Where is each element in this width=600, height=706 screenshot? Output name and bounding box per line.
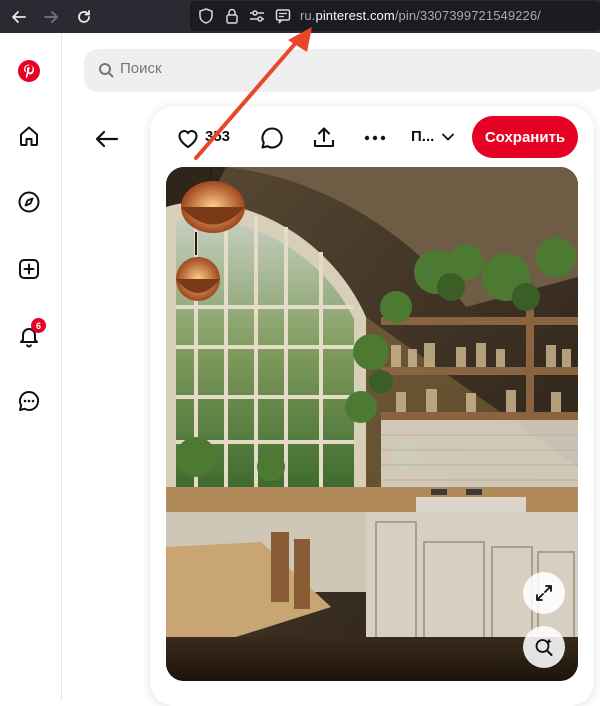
comment-button[interactable] bbox=[258, 124, 286, 152]
save-button[interactable]: Сохранить bbox=[472, 116, 578, 158]
browser-toolbar: ru.pinterest.com/pin/3307399721549226/ bbox=[0, 0, 600, 33]
heart-icon bbox=[178, 130, 198, 149]
more-dots-icon bbox=[364, 135, 386, 141]
visual-search-button[interactable] bbox=[523, 626, 565, 668]
share-upload-icon bbox=[313, 127, 335, 148]
reader-view-icon[interactable] bbox=[274, 7, 292, 25]
messages-icon[interactable] bbox=[14, 386, 44, 416]
arrow-left-icon bbox=[95, 130, 119, 148]
back-arrow-icon[interactable] bbox=[8, 6, 30, 28]
search-bar[interactable] bbox=[84, 49, 600, 92]
explore-compass-icon[interactable] bbox=[14, 187, 44, 217]
forward-arrow-icon[interactable] bbox=[40, 6, 62, 28]
expand-arrows-icon bbox=[536, 585, 552, 601]
chevron-down-icon[interactable] bbox=[441, 130, 455, 144]
like-count: 353 bbox=[205, 128, 231, 145]
url-text[interactable]: ru.pinterest.com/pin/3307399721549226/ bbox=[300, 8, 541, 23]
expand-button[interactable] bbox=[523, 572, 565, 614]
url-domain: pinterest.com bbox=[315, 8, 395, 23]
create-plus-icon[interactable] bbox=[14, 254, 44, 284]
left-sidebar: 6 bbox=[0, 33, 62, 700]
pinterest-logo-icon[interactable] bbox=[14, 56, 44, 86]
permissions-icon[interactable] bbox=[248, 7, 266, 25]
search-icon bbox=[99, 63, 114, 78]
notification-badge: 6 bbox=[31, 318, 46, 333]
home-icon[interactable] bbox=[14, 121, 44, 151]
reload-icon[interactable] bbox=[73, 6, 95, 28]
board-selector[interactable]: П... bbox=[411, 128, 434, 145]
url-path: /pin/3307399721549226/ bbox=[394, 8, 541, 23]
shield-icon[interactable] bbox=[197, 7, 215, 25]
url-prefix: ru. bbox=[300, 8, 316, 23]
pin-image[interactable] bbox=[166, 167, 578, 681]
search-input[interactable] bbox=[120, 60, 520, 77]
visual-search-icon bbox=[535, 638, 553, 656]
kitchen-photo bbox=[166, 167, 578, 681]
comment-icon bbox=[261, 127, 283, 149]
url-bar[interactable]: ru.pinterest.com/pin/3307399721549226/ bbox=[190, 1, 600, 31]
back-button[interactable] bbox=[92, 124, 122, 154]
more-options-button[interactable] bbox=[361, 124, 389, 152]
lock-icon[interactable] bbox=[223, 7, 241, 25]
like-button[interactable] bbox=[174, 124, 202, 152]
share-button[interactable] bbox=[310, 124, 338, 152]
